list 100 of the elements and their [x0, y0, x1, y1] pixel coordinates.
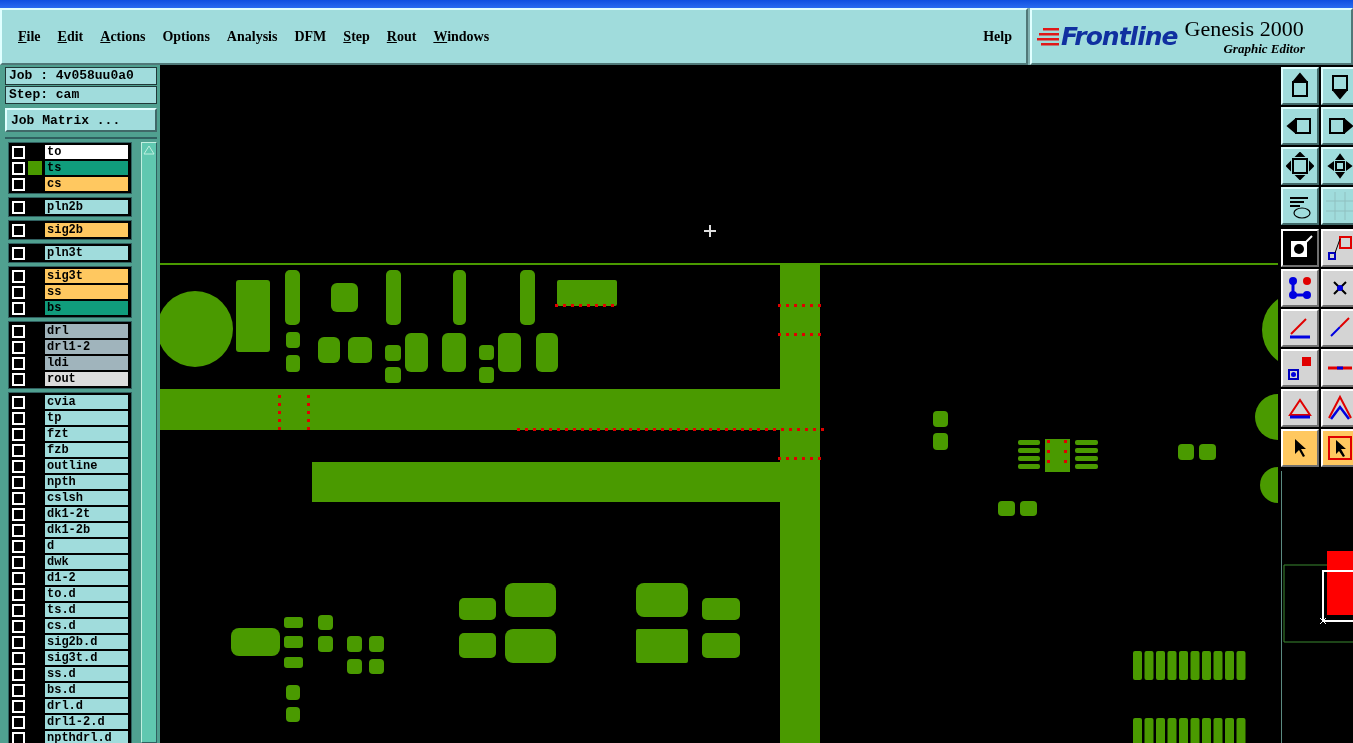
layer-name[interactable]: sig3t	[44, 268, 129, 284]
tool-button[interactable]	[1321, 147, 1353, 185]
product-subtitle: Graphic Editor	[1223, 40, 1305, 57]
tool-button[interactable]	[1321, 107, 1353, 145]
connected-dots-icon	[1286, 274, 1314, 302]
layer-name[interactable]: bs.d	[44, 682, 129, 698]
layer-checkbox[interactable]	[12, 285, 25, 299]
menu-item[interactable]: Step	[343, 28, 370, 45]
menu-item[interactable]: DFM	[294, 28, 327, 45]
layer-checkbox[interactable]	[12, 731, 25, 743]
layer-checkbox[interactable]	[12, 372, 25, 386]
layer-name[interactable]: npthdrl.d	[44, 730, 129, 743]
layer-name[interactable]: cslsh	[44, 490, 129, 506]
menu-item[interactable]: File	[18, 28, 41, 45]
layer-name[interactable]: dk1-2t	[44, 506, 129, 522]
layer-name[interactable]: npth	[44, 474, 129, 490]
layer-checkbox[interactable]	[12, 459, 25, 473]
layer-name[interactable]: pln3t	[44, 245, 129, 261]
tool-button[interactable]	[1281, 107, 1319, 145]
layer-name[interactable]: tp	[44, 410, 129, 426]
layer-checkbox[interactable]	[12, 340, 25, 354]
layer-checkbox[interactable]	[12, 651, 25, 665]
layer-name[interactable]: drl1-2.d	[44, 714, 129, 730]
layer-checkbox[interactable]	[12, 301, 25, 315]
layer-checkbox[interactable]	[12, 177, 25, 191]
layer-checkbox[interactable]	[12, 539, 25, 553]
menu-item[interactable]: Windows	[433, 28, 490, 45]
layer-name[interactable]: fzb	[44, 442, 129, 458]
layer-checkbox[interactable]	[12, 699, 25, 713]
layer-checkbox[interactable]	[12, 715, 25, 729]
line-segment-icon	[1327, 365, 1353, 371]
layer-checkbox[interactable]	[12, 145, 25, 159]
layer-name[interactable]: cs	[44, 176, 129, 192]
layer-name[interactable]: ss.d	[44, 666, 129, 682]
layer-checkbox[interactable]	[12, 395, 25, 409]
layer-checkbox[interactable]	[12, 356, 25, 370]
layer-checkbox[interactable]	[12, 683, 25, 697]
layer-name[interactable]: bs	[44, 300, 129, 316]
peak-icon	[1326, 394, 1353, 422]
layer-name[interactable]: cvia	[44, 394, 129, 410]
layer-checkbox[interactable]	[12, 523, 25, 537]
speed-stripes-icon	[1037, 26, 1059, 47]
menu-item[interactable]: Rout	[386, 28, 417, 45]
tool-button[interactable]	[1321, 67, 1353, 105]
layer-checkbox[interactable]	[12, 223, 25, 237]
layer-name[interactable]: drl1-2	[44, 339, 129, 355]
layer-name[interactable]: drl.d	[44, 698, 129, 714]
layer-checkbox[interactable]	[12, 324, 25, 338]
layer-name[interactable]: sig2b.d	[44, 634, 129, 650]
square-line-icon	[1326, 234, 1353, 262]
menu-item[interactable]: Analysis	[226, 28, 278, 45]
layer-checkbox[interactable]	[12, 246, 25, 260]
layer-name[interactable]: to	[44, 144, 129, 160]
layer-checkbox[interactable]	[12, 443, 25, 457]
menu-item[interactable]: Options	[162, 28, 210, 45]
pointer-icon	[1293, 438, 1307, 458]
layer-name[interactable]: ldi	[44, 355, 129, 371]
step-label: Step: cam	[5, 86, 157, 104]
layer-checkbox[interactable]	[12, 200, 25, 214]
layer-name[interactable]: ts	[44, 160, 129, 176]
layer-checkbox[interactable]	[12, 475, 25, 489]
tool-button[interactable]	[1281, 67, 1319, 105]
pointer-box-icon	[1328, 436, 1352, 460]
layer-name[interactable]: fzt	[44, 426, 129, 442]
layer-name[interactable]: sig3t.d	[44, 650, 129, 666]
layer-name[interactable]: dwk	[44, 554, 129, 570]
menu-item[interactable]: Edit	[57, 28, 84, 45]
tool-button[interactable]	[1281, 147, 1319, 185]
layer-name[interactable]: outline	[44, 458, 129, 474]
layer-name[interactable]: rout	[44, 371, 129, 387]
layer-name[interactable]: ts.d	[44, 602, 129, 618]
layer-name[interactable]: d	[44, 538, 129, 554]
layer-checkbox[interactable]	[12, 411, 25, 425]
layer-checkbox[interactable]	[12, 571, 25, 585]
pad-squares-icon	[1286, 354, 1314, 382]
layer-checkbox[interactable]	[12, 587, 25, 601]
menu-item[interactable]: Actions	[100, 28, 146, 45]
layer-name[interactable]: cs.d	[44, 618, 129, 634]
layer-name[interactable]: pln2b	[44, 199, 129, 215]
tool-button[interactable]	[1281, 187, 1319, 225]
layer-checkbox[interactable]	[12, 619, 25, 633]
layer-checkbox[interactable]	[12, 603, 25, 617]
layer-checkbox[interactable]	[12, 555, 25, 569]
layer-name[interactable]: sig2b	[44, 222, 129, 238]
layer-checkbox[interactable]	[12, 161, 25, 175]
layer-name[interactable]: ss	[44, 284, 129, 300]
help-menu[interactable]: Help	[983, 28, 1012, 45]
layer-name[interactable]: drl	[44, 323, 129, 339]
layer-name[interactable]: dk1-2b	[44, 522, 129, 538]
job-matrix-button[interactable]: Job Matrix ...	[5, 108, 157, 132]
layer-name[interactable]: d1-2	[44, 570, 129, 586]
layer-checkbox[interactable]	[12, 491, 25, 505]
layer-checkbox[interactable]	[12, 507, 25, 521]
job-label: Job : 4v058uu0a0	[5, 67, 157, 85]
layer-checkbox[interactable]	[12, 635, 25, 649]
layer-checkbox[interactable]	[12, 427, 25, 441]
scrollbar[interactable]	[141, 142, 157, 743]
layer-checkbox[interactable]	[12, 269, 25, 283]
layer-checkbox[interactable]	[12, 667, 25, 681]
layer-name[interactable]: to.d	[44, 586, 129, 602]
